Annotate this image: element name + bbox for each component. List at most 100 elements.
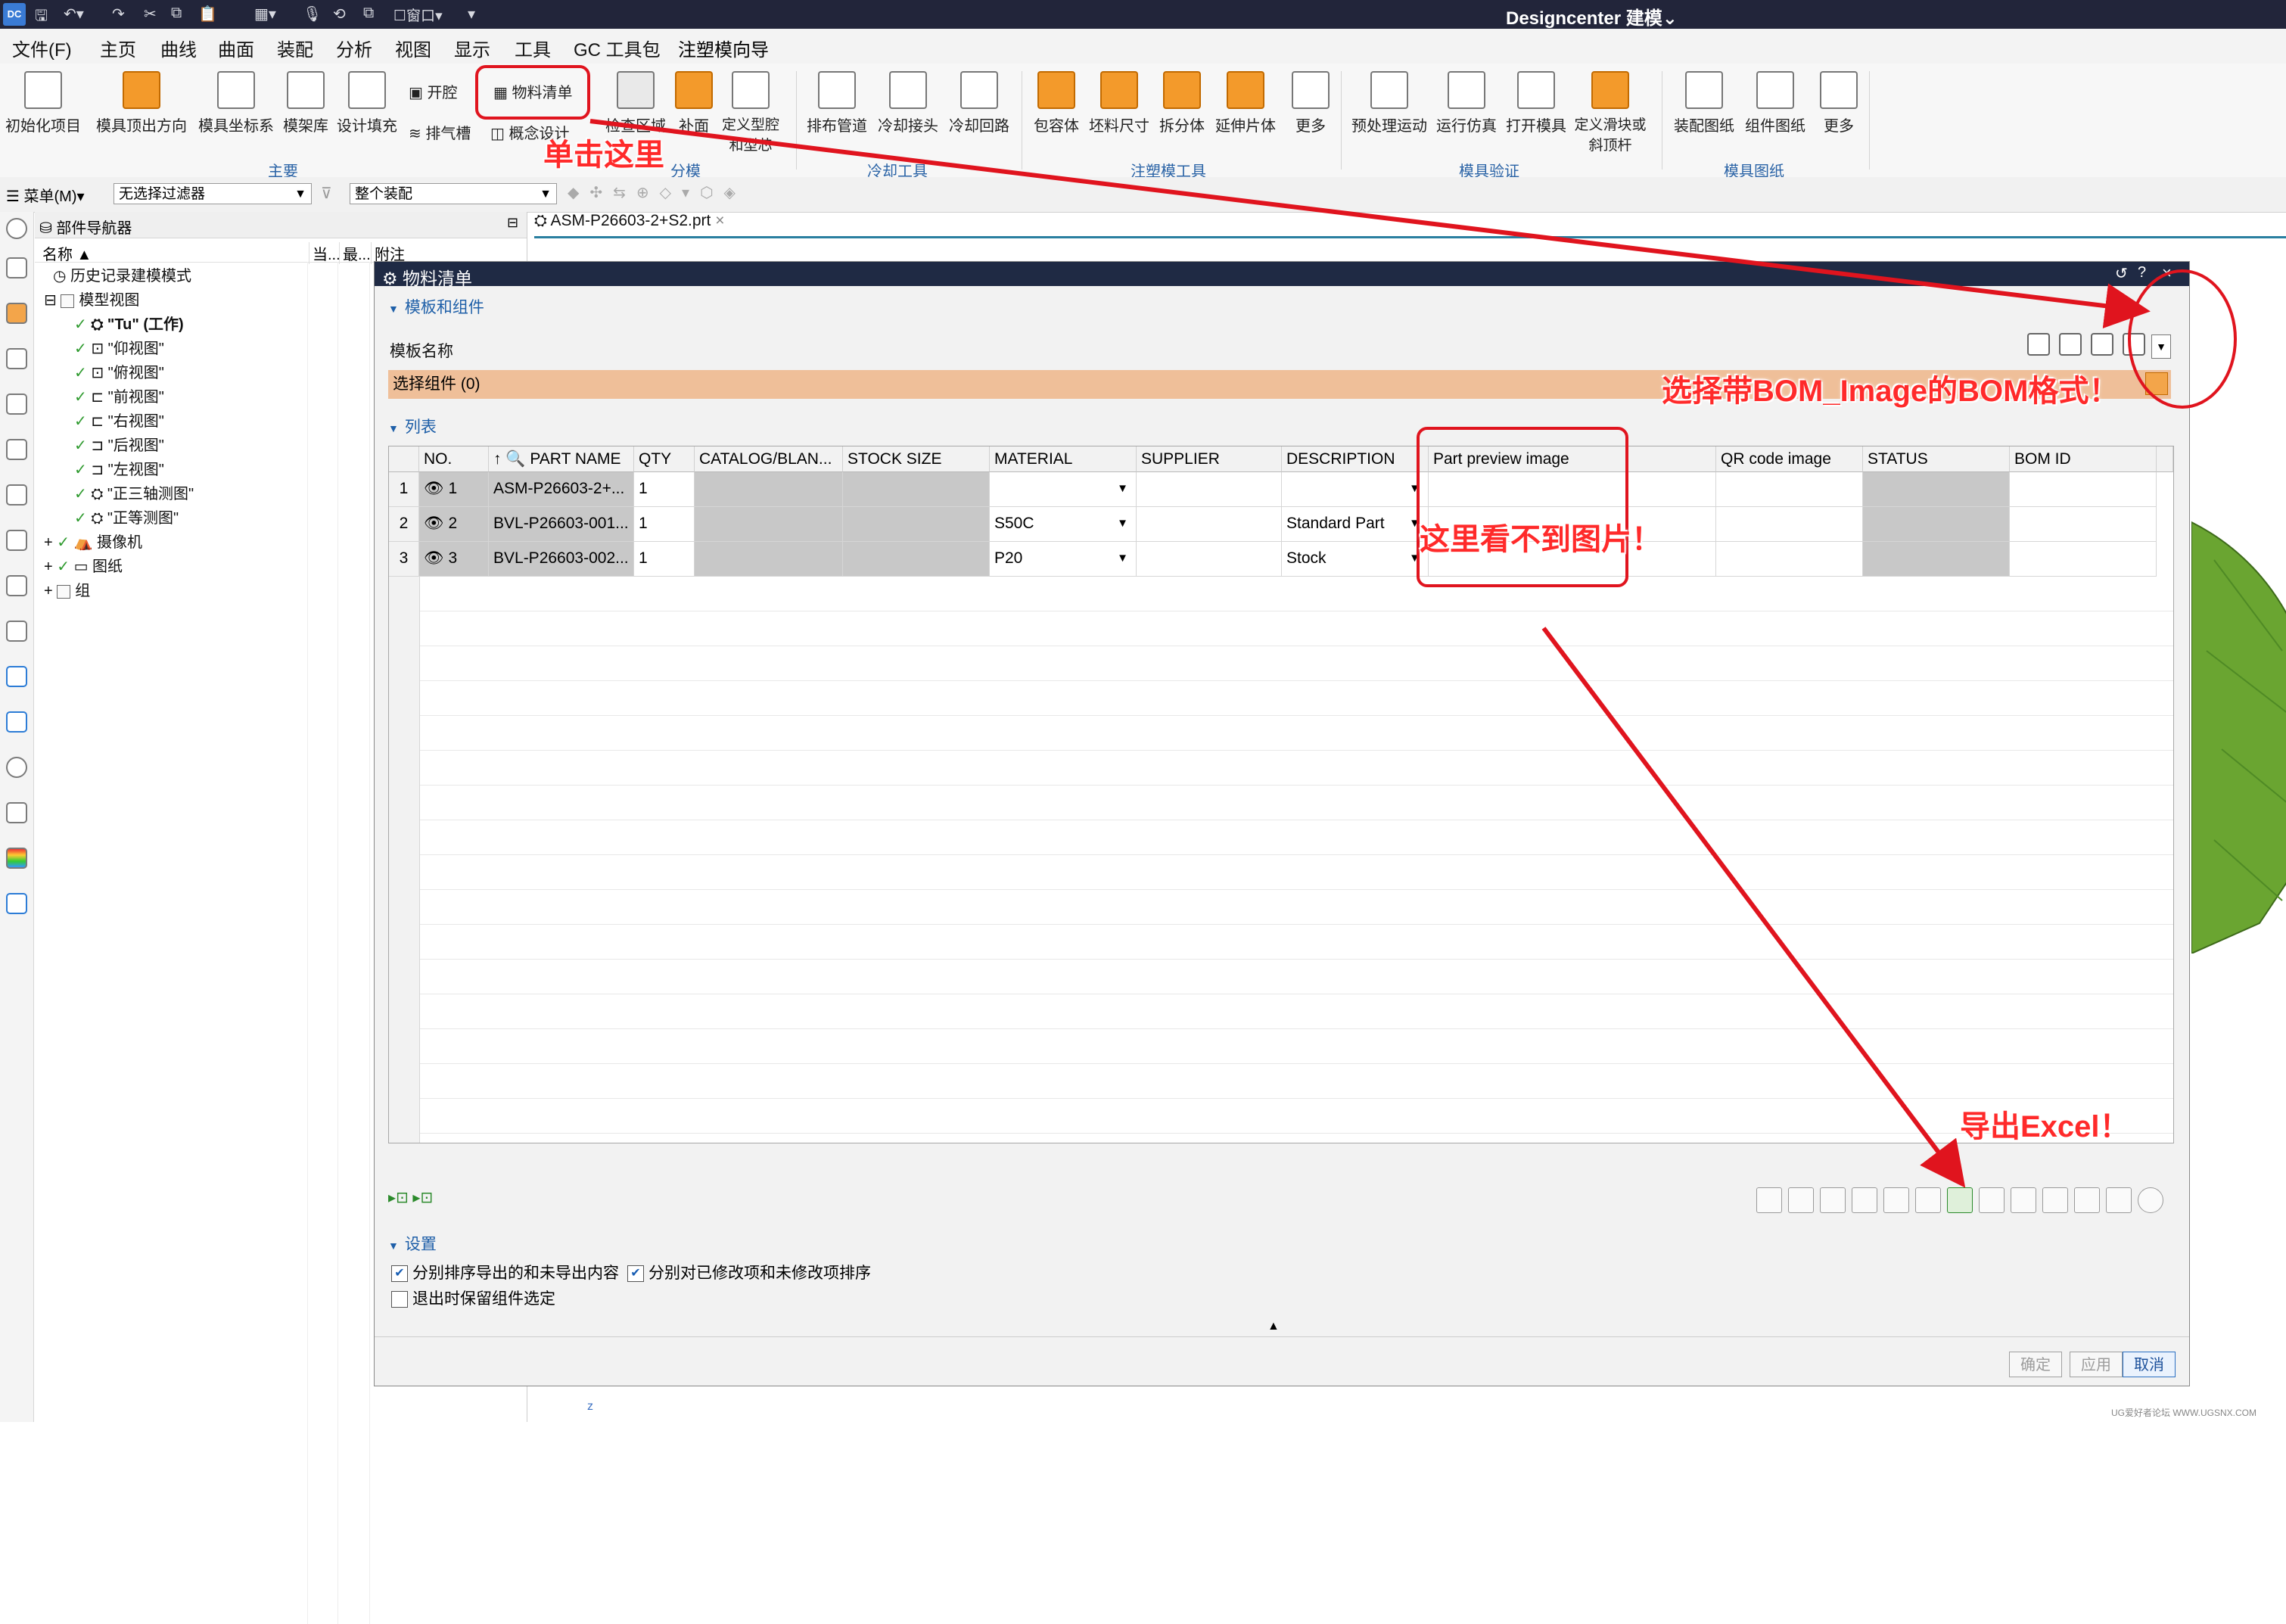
snap-tools-icon[interactable]: ◆✣⇆⊕◇▾⬡◈ (568, 183, 746, 202)
help-icon[interactable] (2138, 1187, 2163, 1213)
run-simulation-button[interactable]: 运行仿真 (1432, 71, 1501, 135)
column-header-bom-id[interactable]: BOM ID (2010, 446, 2157, 472)
mold-base-library-button[interactable]: 模架库 (277, 71, 334, 135)
layout-channel-button[interactable]: 排布管道 (801, 71, 873, 135)
assembly-navigator-icon[interactable] (6, 257, 27, 278)
cell-supplier[interactable] (1137, 542, 1282, 577)
constraint-navigator-icon[interactable] (6, 303, 27, 324)
tree-node-back-view[interactable]: ✓ ⊐ "后视图" (74, 433, 164, 457)
cooling-fitting-button[interactable]: 冷却接头 (872, 71, 944, 135)
menu-gc-toolkit[interactable]: GC 工具包 (574, 35, 661, 61)
option-keep-selection[interactable]: 退出时保留组件选定 (391, 1286, 555, 1309)
mold-eject-direction-button[interactable]: 模具顶出方向 (92, 71, 191, 135)
command-finder-icon[interactable]: ⟲ (333, 5, 346, 23)
section-list-header[interactable]: ▼ 列表 (388, 415, 437, 437)
column-header-part-name[interactable]: ↑ 🔍 PART NAME (489, 446, 634, 472)
info-icon[interactable] (6, 666, 27, 687)
web-browser-icon[interactable] (6, 484, 27, 506)
tree-node-drawings[interactable]: + ✓ ▭ 图纸 (44, 554, 123, 578)
more-drawing-button[interactable]: 更多 (1810, 71, 1868, 135)
close-icon[interactable]: × (2162, 263, 2172, 283)
component-drawing-button[interactable]: 组件图纸 (1739, 71, 1812, 135)
window-menu[interactable]: ☐窗口▾ (393, 5, 443, 25)
column-header-stock-size[interactable]: STOCK SIZE (843, 446, 990, 472)
tree-node-bottom-view[interactable]: ✓ ⊡ "仰视图" (74, 336, 164, 360)
column-header-supplier[interactable]: SUPPLIER (1137, 446, 1282, 472)
tree-node-cameras[interactable]: + ✓ ⛺ 摄像机 (44, 530, 142, 554)
grid-icon[interactable]: ▦▾ (254, 5, 276, 23)
define-slider-button[interactable]: 定义滑块或斜顶杆 (1571, 71, 1650, 154)
grid-icon[interactable] (1852, 1187, 1877, 1213)
reset-icon[interactable]: ↺ (2115, 264, 2128, 283)
tree-node-left-view[interactable]: ✓ ⊐ "左视图" (74, 457, 164, 481)
vent-slot-button[interactable]: ≋ 排气槽 (409, 121, 471, 143)
split-body-button[interactable]: 拆分体 (1152, 71, 1212, 135)
redo-icon[interactable]: ↷ (112, 5, 125, 23)
menu-analysis[interactable]: 分析 (336, 35, 372, 61)
define-cavity-core-button[interactable]: 定义型腔和型芯 (716, 71, 785, 154)
template-icon-1[interactable] (2027, 333, 2050, 356)
column-header-material[interactable]: MATERIAL (990, 446, 1137, 472)
system-materials-icon[interactable] (6, 575, 27, 596)
checkbox-checked[interactable]: ✔ (391, 1265, 408, 1283)
window-switch-icon[interactable]: ⧉ (363, 5, 374, 22)
menu-view[interactable]: 视图 (395, 35, 431, 61)
add-row-icon[interactable] (2011, 1187, 2036, 1213)
column-current[interactable]: 当... (309, 242, 341, 264)
menu-curve[interactable]: 曲线 (160, 35, 197, 61)
cell-qty[interactable]: 1 (634, 472, 695, 507)
section-templates-header[interactable]: ▼ 模板和组件 (388, 295, 484, 318)
column-header-qty[interactable]: QTY (634, 446, 695, 472)
preprocess-motion-button[interactable]: 预处理运动 (1345, 71, 1433, 135)
extend-sheet-button[interactable]: 延伸片体 (1211, 71, 1280, 135)
undo-icon[interactable]: ↶▾ (64, 5, 84, 23)
bounding-body-button[interactable]: 包容体 (1028, 71, 1085, 135)
menu-mold-wizard[interactable]: 注塑模向导 (678, 35, 769, 67)
tree-node-trimetric-view[interactable]: ✓ ⛭ "正三轴测图" (74, 481, 194, 506)
settings-icon[interactable] (2074, 1187, 2100, 1213)
open-mold-button[interactable]: 打开模具 (1501, 71, 1571, 135)
menu-tools[interactable]: 工具 (515, 35, 551, 61)
cut-icon[interactable]: ✂ (144, 5, 157, 23)
history-icon[interactable] (6, 530, 27, 551)
hd3d-icon[interactable] (6, 439, 27, 460)
menu-display[interactable]: 显示 (454, 35, 490, 61)
menu-surface[interactable]: 曲面 (218, 35, 254, 61)
template-icon-3[interactable] (2091, 333, 2113, 356)
attribute-icon[interactable] (1883, 1187, 1909, 1213)
cell-description[interactable]: Standard Part ▼ (1282, 507, 1429, 542)
help-icon[interactable]: ? (2138, 264, 2146, 282)
column-header-description[interactable]: DESCRIPTION (1282, 446, 1429, 472)
table-layout-icon[interactable] (1756, 1187, 1782, 1213)
checkbox-checked[interactable]: ✔ (627, 1265, 644, 1283)
tree-node-work-view[interactable]: ✓ ⛭ "Tu" (工作) (74, 312, 184, 336)
init-project-button[interactable]: 初始化项目 (2, 71, 85, 135)
template-icon-4[interactable] (2123, 333, 2145, 356)
cell-qty[interactable]: 1 (634, 507, 695, 542)
cell-description[interactable]: Stock ▼ (1282, 542, 1429, 577)
copy-icon[interactable]: ⧉ (171, 5, 182, 22)
cell-qty[interactable]: 1 (634, 542, 695, 577)
option-sort-exported[interactable]: ✔ 分别排序导出的和未导出内容 (391, 1261, 619, 1283)
column-header-qr-code-image[interactable]: QR code image (1716, 446, 1863, 472)
template-dropdown[interactable]: ▼ (2151, 334, 2171, 359)
close-tab-icon[interactable]: × (715, 212, 724, 229)
tools-icon[interactable] (6, 802, 27, 823)
color-palette-icon[interactable] (6, 848, 27, 869)
cell-material[interactable]: ▼ (990, 472, 1137, 507)
tree-node-top-view[interactable]: ✓ ⊡ "俯视图" (74, 360, 164, 384)
save-icon[interactable]: 🖫 (35, 5, 48, 30)
export-folder-icon[interactable] (1979, 1187, 2005, 1213)
cancel-button[interactable]: 取消 (2123, 1352, 2176, 1377)
tree-node-groups[interactable]: + 组 (44, 578, 90, 602)
ok-button[interactable]: 确定 (2009, 1352, 2062, 1377)
process-studio-icon[interactable] (6, 621, 27, 642)
tree-node-isometric-view[interactable]: ✓ ⛭ "正等测图" (74, 506, 179, 530)
pocket-button[interactable]: ▣ 开腔 (409, 80, 457, 102)
section-settings-header[interactable]: ▼ 设置 (388, 1232, 437, 1255)
cell-material[interactable]: P20 ▼ (990, 542, 1137, 577)
check-regions-button[interactable]: 检查区域 (598, 71, 673, 135)
collapse-icon[interactable]: ▲ (1267, 1320, 1280, 1333)
select-component-icon[interactable] (2145, 372, 2168, 395)
cell-supplier[interactable] (1137, 507, 1282, 542)
